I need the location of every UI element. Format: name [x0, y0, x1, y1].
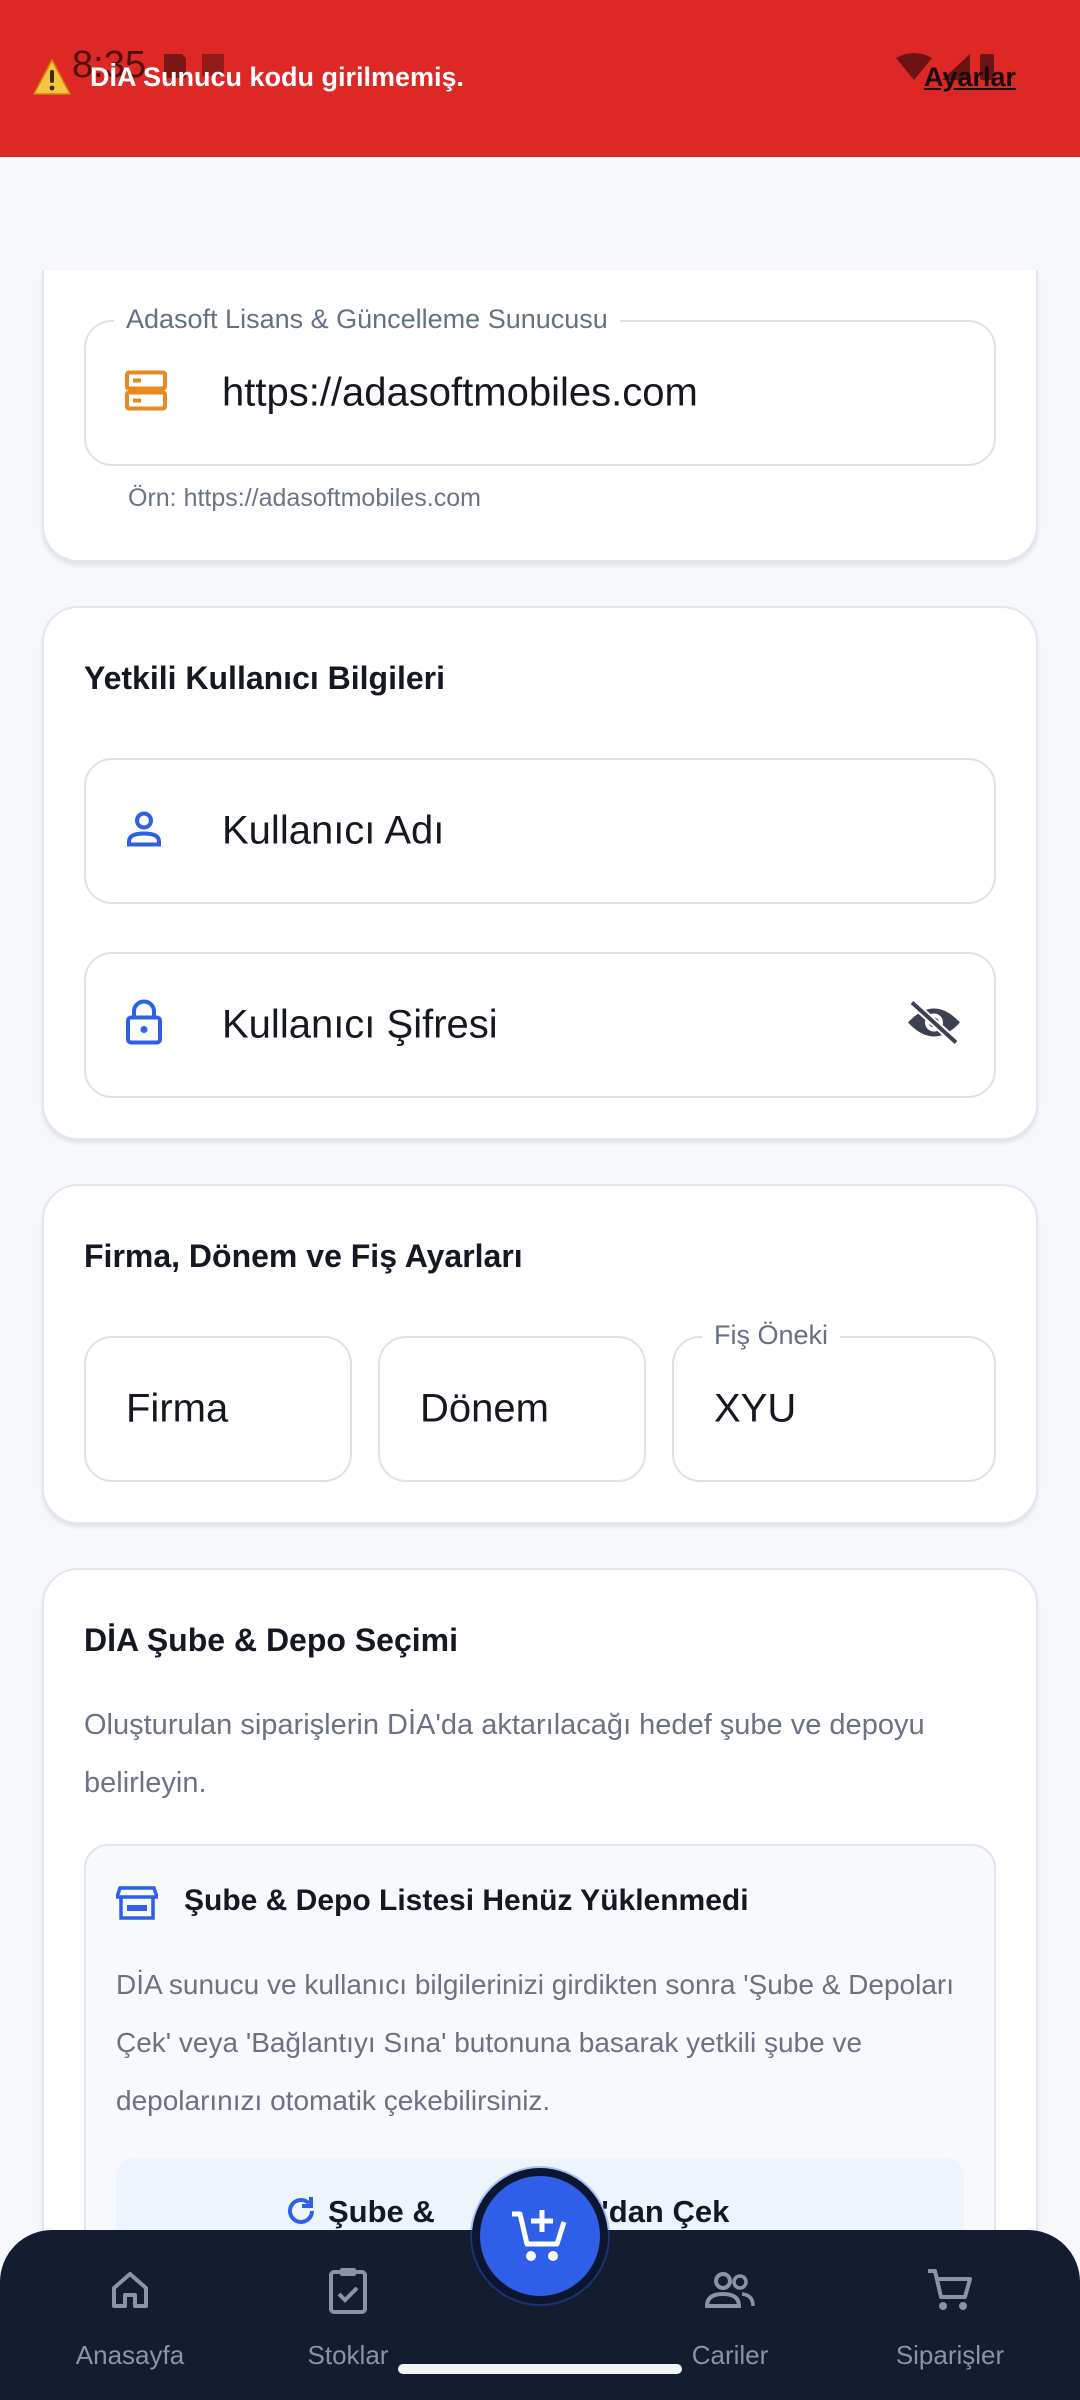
clipboard-check-icon — [248, 2260, 448, 2320]
visibility-off-icon[interactable] — [904, 999, 964, 1052]
store-icon — [114, 1884, 160, 1927]
banner-message: DİA Sunucu kodu girilmemiş. — [90, 62, 465, 92]
people-icon — [630, 2260, 830, 2320]
firma-placeholder: Firma — [126, 1386, 229, 1431]
password-field[interactable]: Kullanıcı Şifresi — [84, 952, 996, 1098]
nav-item-cariler[interactable]: Cariler — [630, 2260, 830, 2371]
branch-card-title: DİA Şube & Depo Seçimi — [84, 1622, 458, 1658]
settings-screen: 8:35 DİA Sunucu kodu girilmemiş. Ayarlar… — [0, 0, 1080, 2400]
server-icon — [124, 370, 168, 417]
new-order-fab[interactable] — [472, 2168, 608, 2304]
donem-field[interactable]: Dönem — [378, 1336, 646, 1482]
user-credentials-card: Yetkili Kullanıcı Bilgileri Kullanıcı Ad… — [42, 606, 1038, 1140]
refresh-icon — [284, 2194, 318, 2233]
user-card-title: Yetkili Kullanıcı Bilgileri — [84, 660, 445, 696]
username-placeholder: Kullanıcı Adı — [222, 808, 445, 853]
firma-field[interactable]: Firma — [84, 1336, 352, 1482]
server-url-field[interactable]: Adasoft Lisans & Güncelleme Sunucusu htt… — [84, 304, 996, 466]
warning-banner: 8:35 DİA Sunucu kodu girilmemiş. Ayarlar — [0, 0, 1080, 157]
server-url-helper: Örn: https://adasoftmobiles.com — [128, 484, 481, 512]
nav-item-stoklar[interactable]: Stoklar — [248, 2260, 448, 2371]
server-card: Adasoft Lisans & Güncelleme Sunucusu htt… — [42, 270, 1038, 562]
warning-icon — [32, 58, 72, 95]
company-settings-card: Firma, Dönem ve Fiş Ayarları Firma Dönem… — [42, 1184, 1038, 1524]
settings-link[interactable]: Ayarlar — [924, 62, 1016, 93]
fis-prefix-field[interactable]: Fiş Öneki XYU — [672, 1320, 996, 1482]
fis-prefix-label: Fiş Öneki — [702, 1320, 841, 1351]
nav-item-siparisler[interactable]: Siparişler — [850, 2260, 1050, 2371]
add-to-cart-icon — [512, 2210, 567, 2261]
notice-body: DİA sunucu ve kullanıcı bilgilerinizi gi… — [116, 1969, 955, 2116]
company-card-title: Firma, Dönem ve Fiş Ayarları — [84, 1238, 523, 1274]
branch-card-description: Oluşturulan siparişlerin DİA'da aktarıla… — [84, 1709, 925, 1799]
home-indicator[interactable] — [398, 2364, 682, 2374]
donem-placeholder: Dönem — [420, 1386, 549, 1431]
server-url-value: https://adasoftmobiles.com — [222, 370, 698, 415]
fis-prefix-value: XYU — [714, 1386, 797, 1431]
lock-icon — [124, 999, 164, 1051]
nav-label-siparisler: Siparişler — [895, 2340, 1005, 2370]
server-url-label: Adasoft Lisans & Güncelleme Sunucusu — [114, 304, 620, 335]
home-icon — [30, 2260, 230, 2320]
fetch-button-label-left: Şube & — [328, 2194, 435, 2229]
cart-icon — [850, 2260, 1050, 2320]
password-placeholder: Kullanıcı Şifresi — [222, 1002, 498, 1047]
notice-title: Şube & Depo Listesi Henüz Yüklenmedi — [184, 1884, 749, 1917]
username-field[interactable]: Kullanıcı Adı — [84, 758, 996, 904]
nav-label-anasayfa: Anasayfa — [75, 2340, 185, 2370]
nav-item-anasayfa[interactable]: Anasayfa — [30, 2260, 230, 2371]
person-icon — [124, 809, 164, 854]
